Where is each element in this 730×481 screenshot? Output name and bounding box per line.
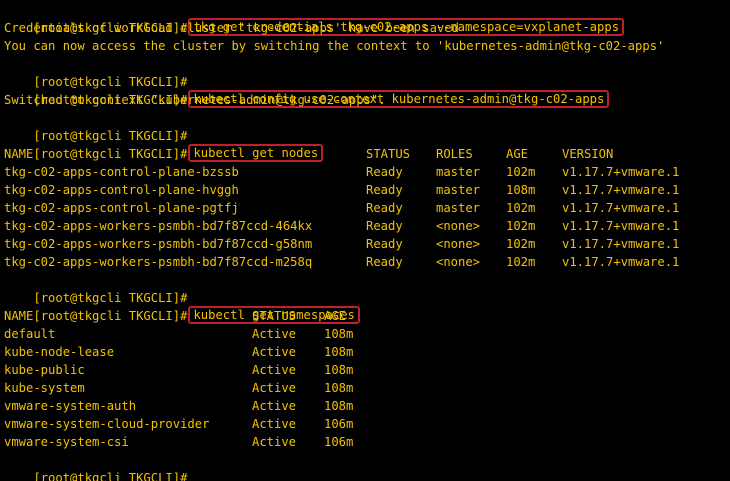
node-status: Ready <box>366 165 403 179</box>
node-version: v1.17.7+vmware.1 <box>562 237 680 251</box>
node-roles: <none> <box>436 237 481 251</box>
terminal-line[interactable]: [root@tkgcli TKGCLI]# <box>0 469 730 481</box>
table-row: tkg-c02-apps-control-plane-pgtfj Ready mas… <box>0 199 730 217</box>
table-header: NAME STATUS ROLES AGE VERSION <box>0 145 730 163</box>
namespace-status: Active <box>252 435 297 449</box>
namespace-status: Active <box>252 327 297 341</box>
node-version: v1.17.7+vmware.1 <box>562 201 680 215</box>
namespace-age: 108m <box>324 327 354 341</box>
column-header: AGE <box>324 309 347 323</box>
node-name: tkg-c02-apps-workers-psmbh-bd7f87ccd-m25… <box>4 255 313 269</box>
node-roles: master <box>436 183 481 197</box>
table-row: vmware-system-csi Active 106m <box>0 433 730 451</box>
column-header: NAME <box>4 309 34 323</box>
terminal-line: [root@tkgcli TKGCLI]# kubectl get nodes <box>0 127 730 162</box>
terminal-line: [root@tkgcli TKGCLI]# kubectl get namespa… <box>0 289 730 324</box>
terminal-line: [root@tkgcli TKGCLI]# <box>0 271 730 305</box>
namespace-status: Active <box>252 363 297 377</box>
namespace-name: kube-system <box>4 381 85 395</box>
node-age: 102m <box>506 165 536 179</box>
column-header: ROLES <box>436 147 473 161</box>
node-status: Ready <box>366 183 403 197</box>
namespace-name: vmware-system-cloud-provider <box>4 417 210 431</box>
table-row: tkg-c02-apps-control-plane-bzssb Ready mas… <box>0 163 730 181</box>
column-header: VERSION <box>562 147 614 161</box>
node-status: Ready <box>366 219 403 233</box>
namespace-age: 106m <box>324 435 354 449</box>
output-line: You can now access the cluster by switch… <box>4 39 665 53</box>
node-roles: <none> <box>436 219 481 233</box>
namespace-age: 108m <box>324 399 354 413</box>
namespace-name: vmware-system-csi <box>4 435 129 449</box>
node-version: v1.17.7+vmware.1 <box>562 165 680 179</box>
table-row: kube-public Active 108m <box>0 361 730 379</box>
table-row: tkg-c02-apps-workers-psmbh-bd7f87ccd-m25… <box>0 253 730 271</box>
node-status: Ready <box>366 237 403 251</box>
node-version: v1.17.7+vmware.1 <box>562 255 680 269</box>
node-name: tkg-c02-apps-control-plane-pgtfj <box>4 201 239 215</box>
node-roles: master <box>436 201 481 215</box>
column-header: STATUS <box>366 147 411 161</box>
terminal-window[interactable]: [root@tkgcli TKGCLI]# tkg get credentials… <box>0 0 730 481</box>
table-row: default Active 108m <box>0 325 730 343</box>
namespace-age: 108m <box>324 345 354 359</box>
namespace-status: Active <box>252 381 297 395</box>
node-roles: <none> <box>436 255 481 269</box>
namespace-status: Active <box>252 399 297 413</box>
table-row: tkg-c02-apps-workers-psmbh-bd7f87ccd-464… <box>0 217 730 235</box>
namespace-name: default <box>4 327 56 341</box>
table-row: tkg-c02-apps-workers-psmbh-bd7f87ccd-g58… <box>0 235 730 253</box>
node-age: 102m <box>506 237 536 251</box>
node-roles: master <box>436 165 481 179</box>
namespace-status: Active <box>252 417 297 431</box>
node-version: v1.17.7+vmware.1 <box>562 183 680 197</box>
node-age: 108m <box>506 183 536 197</box>
table-row: vmware-system-cloud-provider Active 106m <box>0 415 730 433</box>
column-header: STATUS <box>252 309 297 323</box>
column-header: NAME <box>4 147 34 161</box>
node-name: tkg-c02-apps-control-plane-bzssb <box>4 165 239 179</box>
table-row: tkg-c02-apps-control-plane-hvggh Ready mas… <box>0 181 730 199</box>
terminal-line: [root@tkgcli TKGCLI]# <box>0 55 730 89</box>
namespace-age: 108m <box>324 363 354 377</box>
node-name: tkg-c02-apps-control-plane-hvggh <box>4 183 239 197</box>
node-age: 102m <box>506 255 536 269</box>
node-name: tkg-c02-apps-workers-psmbh-bd7f87ccd-464… <box>4 219 313 233</box>
table-header: NAME STATUS AGE <box>0 307 730 325</box>
terminal-line: [root@tkgcli TKGCLI]# tkg get credentials… <box>0 1 730 36</box>
table-row: kube-system Active 108m <box>0 379 730 397</box>
terminal-line: [root@tkgcli TKGCLI]# <box>0 109 730 143</box>
namespace-age: 106m <box>324 417 354 431</box>
output-line: Switched to context "kubernetes-admin@tk… <box>4 93 386 107</box>
namespace-age: 108m <box>324 381 354 395</box>
node-status: Ready <box>366 255 403 269</box>
output-line: Credentials of workload cluster 'tkg-c02… <box>4 21 459 35</box>
namespace-name: vmware-system-auth <box>4 399 137 413</box>
terminal-line: [root@tkgcli TKGCLI]# <box>0 451 730 481</box>
table-row: vmware-system-auth Active 108m <box>0 397 730 415</box>
namespace-status: Active <box>252 345 297 359</box>
node-age: 102m <box>506 201 536 215</box>
node-status: Ready <box>366 201 403 215</box>
namespace-name: kube-public <box>4 363 85 377</box>
node-version: v1.17.7+vmware.1 <box>562 219 680 233</box>
namespace-name: kube-node-lease <box>4 345 115 359</box>
terminal-line: [root@tkgcli TKGCLI]# kubectl config use-… <box>0 73 730 108</box>
node-name: tkg-c02-apps-workers-psmbh-bd7f87ccd-g58… <box>4 237 313 251</box>
node-age: 102m <box>506 219 536 233</box>
column-header: AGE <box>506 147 529 161</box>
table-row: kube-node-lease Active 108m <box>0 343 730 361</box>
